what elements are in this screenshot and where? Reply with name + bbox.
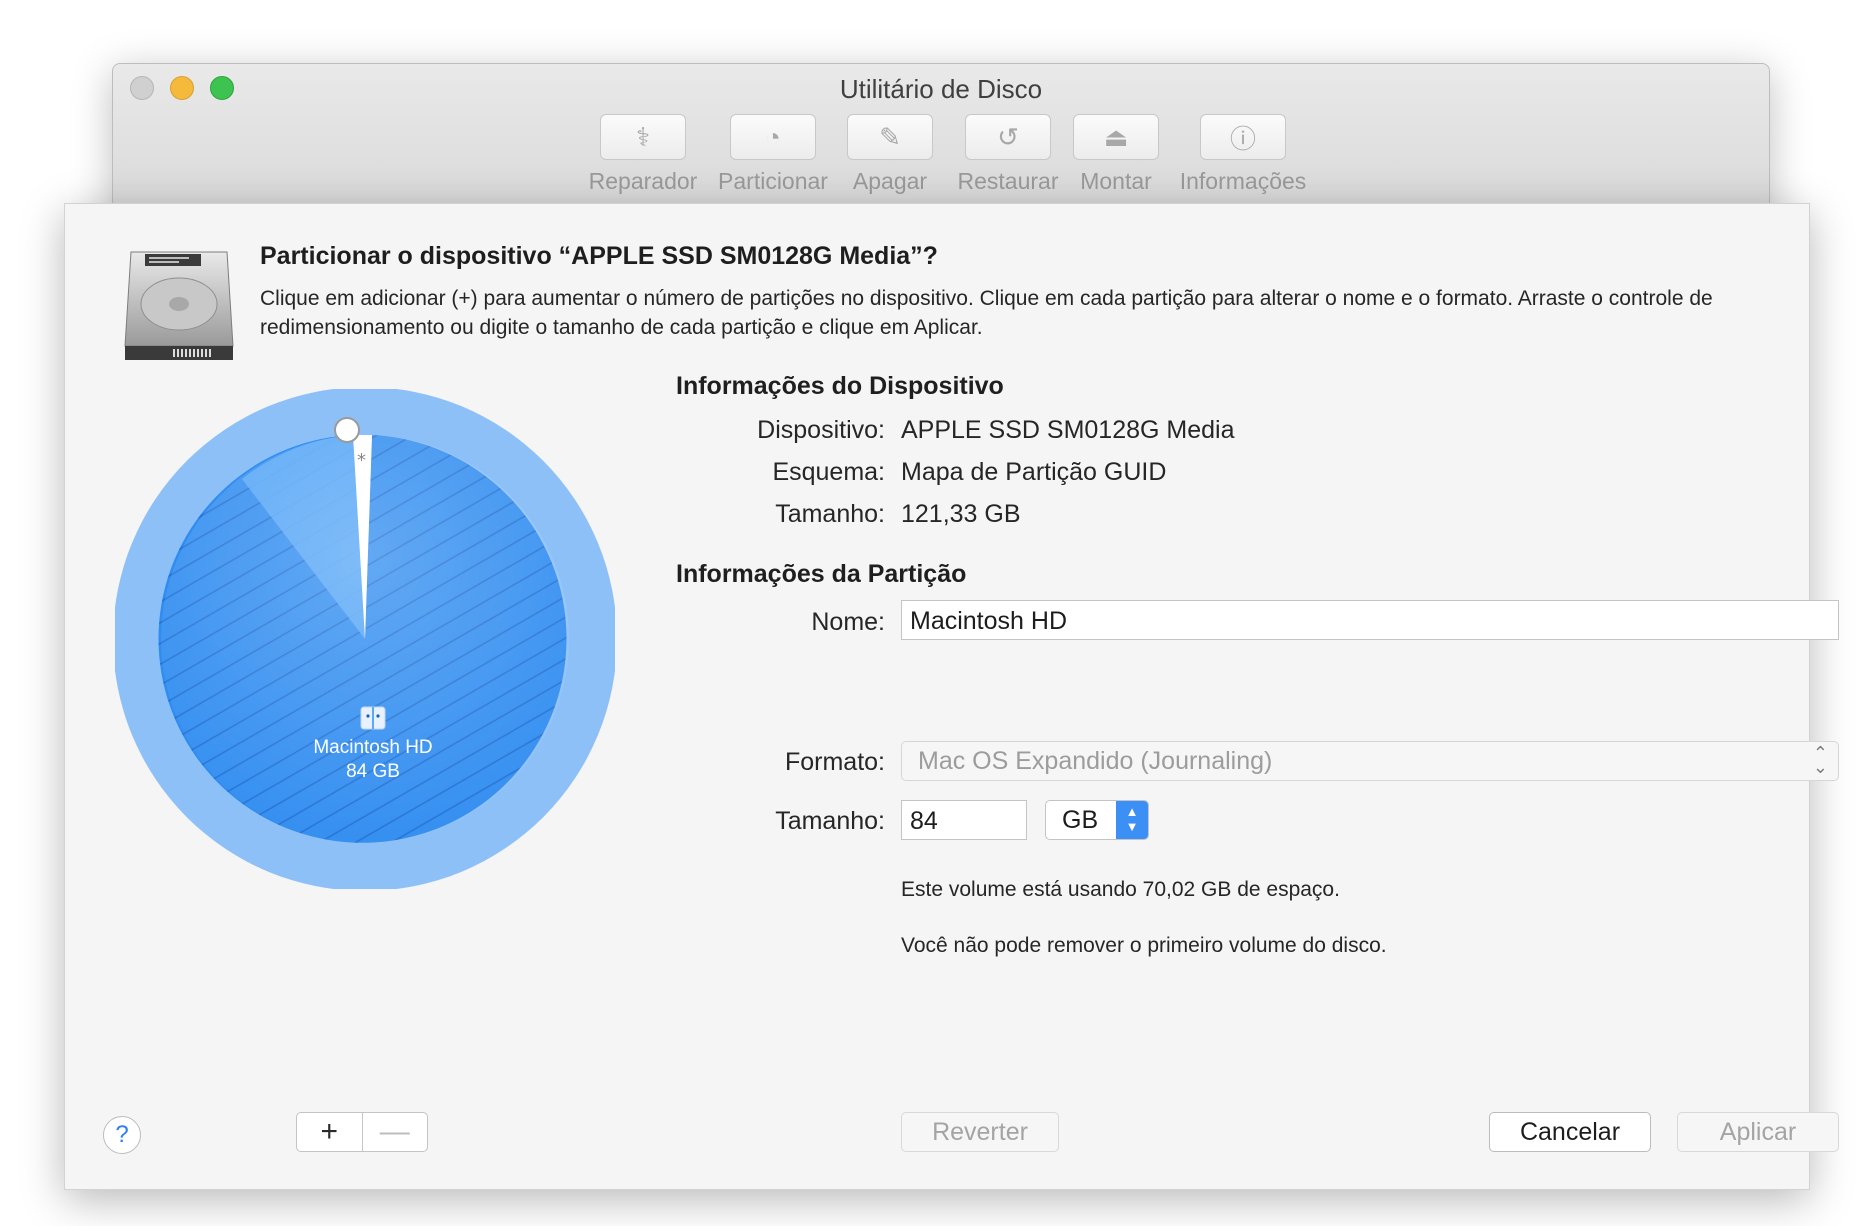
pie-asterisk: * bbox=[357, 450, 366, 471]
pie-partition-size: 84 GB bbox=[346, 761, 400, 782]
finder-icon bbox=[360, 706, 386, 730]
toolbar-label: Apagar bbox=[852, 168, 928, 194]
toolbar-label: Montar bbox=[1080, 168, 1152, 194]
scheme-value: Mapa de Partição GUID bbox=[901, 458, 1167, 486]
toolbar-erase-button[interactable]: ✎ Apagar bbox=[835, 114, 945, 195]
resize-handle[interactable] bbox=[334, 417, 360, 443]
toolbar-info-button[interactable]: ⓘ Informações bbox=[1168, 114, 1318, 195]
toolbar-label: Restaurar bbox=[957, 168, 1059, 194]
scheme-label: Esquema: bbox=[772, 458, 885, 486]
toolbar-label: Informações bbox=[1179, 168, 1307, 194]
apply-button[interactable]: Aplicar bbox=[1677, 1112, 1839, 1152]
device-size-label: Tamanho: bbox=[775, 500, 885, 528]
info-icon: ⓘ bbox=[1229, 123, 1256, 154]
usage-note: Este volume está usando 70,02 GB de espa… bbox=[901, 878, 1340, 901]
sheet-heading: Particionar o dispositivo “APPLE SSD SM0… bbox=[260, 242, 938, 270]
partition-info-title: Informações da Partição bbox=[676, 560, 967, 588]
toolbar-partition-button[interactable]: ◔ Particionar bbox=[708, 114, 838, 195]
erase-icon: ✎ bbox=[879, 121, 901, 152]
partition-pie-chart[interactable]: * Macintosh HD 84 GB bbox=[115, 389, 615, 889]
window-title: Utilitário de Disco bbox=[839, 74, 1043, 104]
chevron-updown-icon: ⌃ ⌄ bbox=[1812, 743, 1828, 777]
add-partition-button[interactable]: + bbox=[297, 1113, 363, 1151]
partition-size-label: Tamanho: bbox=[775, 807, 885, 835]
size-unit-select[interactable]: GB ▲ ▼ bbox=[1045, 800, 1149, 840]
remove-partition-button[interactable]: — bbox=[363, 1113, 428, 1151]
help-button[interactable]: ? bbox=[103, 1116, 141, 1154]
size-unit-value: GB bbox=[1062, 806, 1099, 834]
stethoscope-icon: ⚕ bbox=[635, 121, 651, 152]
toolbar-repair-button[interactable]: ⚕ Reparador bbox=[583, 114, 703, 195]
format-label: Formato: bbox=[784, 748, 885, 776]
toolbar-restore-button[interactable]: ↺ Restaurar bbox=[943, 114, 1073, 195]
device-label: Dispositivo: bbox=[757, 416, 885, 444]
sheet-description: Clique em adicionar (+) para aumentar o … bbox=[260, 287, 1713, 339]
mount-icon: ⏏ bbox=[1103, 121, 1129, 152]
name-label: Nome: bbox=[811, 608, 885, 636]
pie-partition-icon: ◔ bbox=[765, 121, 781, 152]
toolbar-mount-button[interactable]: ⏏ Montar bbox=[1061, 114, 1171, 195]
partition-size-input[interactable]: 84 bbox=[901, 800, 1027, 840]
format-select[interactable]: Mac OS Expandido (Journaling) ⌃ ⌄ bbox=[901, 741, 1839, 781]
device-info-title: Informações do Dispositivo bbox=[676, 372, 1004, 400]
partition-name-input[interactable]: Macintosh HD bbox=[901, 600, 1839, 640]
toolbar-label: Reparador bbox=[588, 168, 698, 194]
add-remove-control: + — bbox=[296, 1112, 428, 1152]
partition-sheet: Particionar o dispositivo “APPLE SSD SM0… bbox=[64, 203, 1839, 1190]
cancel-button[interactable]: Cancelar bbox=[1489, 1112, 1651, 1152]
restore-icon: ↺ bbox=[997, 121, 1019, 152]
toolbar-label: Particionar bbox=[718, 168, 828, 194]
pie-partition-name: Macintosh HD bbox=[313, 737, 432, 758]
revert-button[interactable]: Reverter bbox=[901, 1112, 1059, 1152]
remove-note: Você não pode remover o primeiro volume … bbox=[901, 934, 1387, 957]
device-size-value: 121,33 GB bbox=[901, 500, 1021, 528]
format-select-value: Mac OS Expandido (Journaling) bbox=[918, 747, 1273, 775]
stepper-chevron-icon[interactable]: ▲ ▼ bbox=[1116, 801, 1148, 839]
device-value: APPLE SSD SM0128G Media bbox=[901, 416, 1235, 444]
hard-drive-icon bbox=[124, 251, 234, 360]
